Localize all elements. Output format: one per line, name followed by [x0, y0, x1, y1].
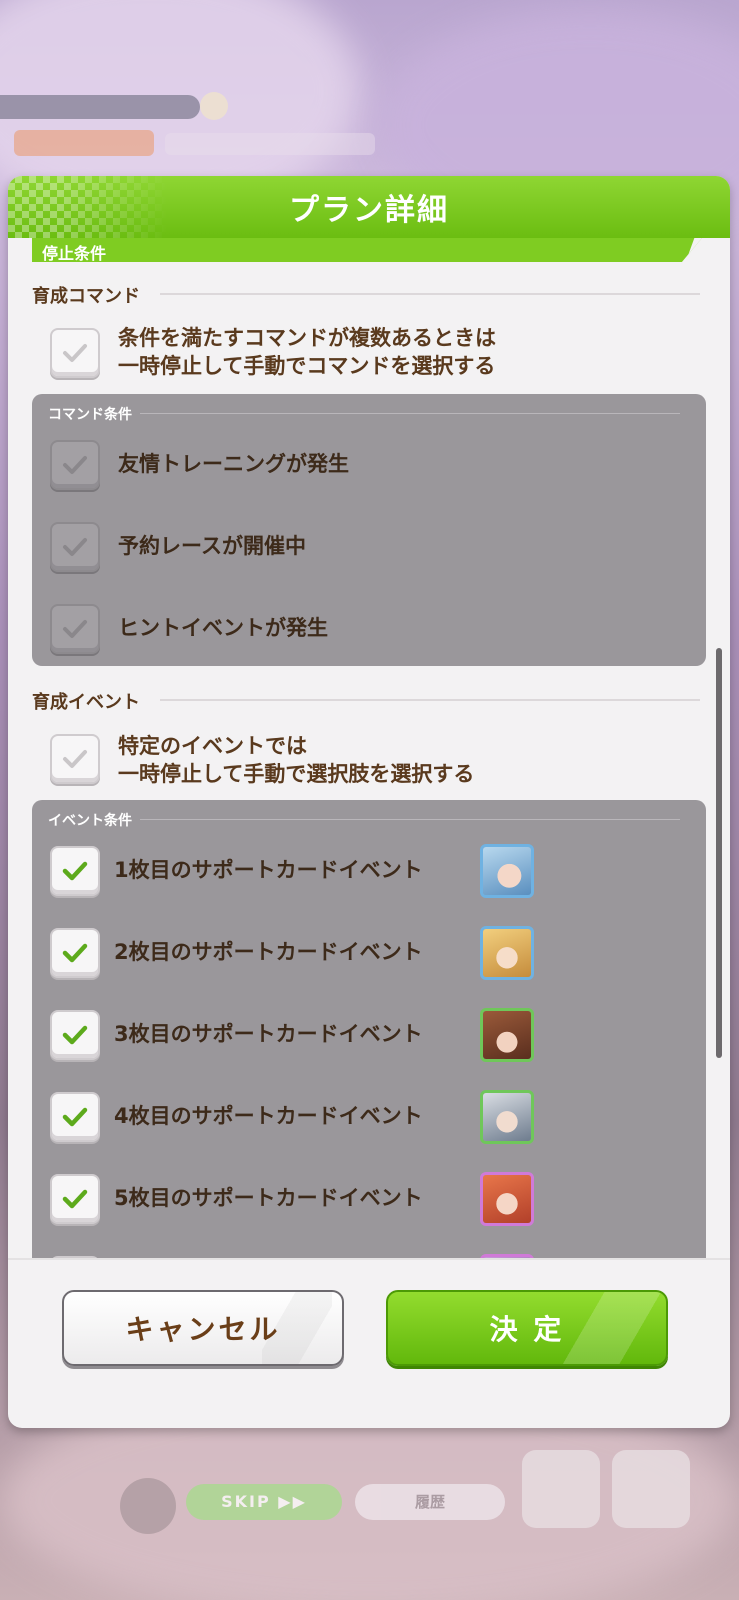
plan-detail-modal: プラン詳細 停止条件 育成コマンド 条件を満たすコマンドが複数あるときは 一時停… [8, 176, 730, 1428]
event-label-card-5: 5枚目のサポートカードイベント [114, 1186, 423, 1210]
event-label-card-2: 2枚目のサポートカードイベント [114, 940, 423, 964]
background-menu-button [522, 1450, 600, 1528]
check-icon [63, 344, 87, 362]
condition-label-hint-event: ヒントイベントが発生 [118, 616, 328, 640]
event-group-label: 育成イベント [32, 688, 700, 714]
check-icon [62, 943, 88, 963]
command-master-checkbox[interactable] [50, 328, 100, 378]
scrollbar[interactable] [716, 648, 722, 1058]
command-master-label: 条件を満たすコマンドが複数あるときは 一時停止して手動でコマンドを選択する [118, 326, 496, 378]
check-icon [63, 456, 87, 474]
event-label-card-1: 1枚目のサポートカードイベント [114, 858, 423, 882]
event-checkbox-card-4[interactable] [50, 1092, 100, 1142]
confirm-button[interactable]: 決 定 [386, 1290, 668, 1366]
modal-title: プラン詳細 [289, 193, 449, 228]
background-skip-button: SKIP ▶▶ [186, 1484, 342, 1520]
background-log-button: 履歴 [355, 1484, 505, 1520]
section-title: 停止条件 [42, 244, 107, 263]
support-card-2-icon [480, 926, 534, 980]
background-hud-tag [14, 130, 154, 156]
check-icon [63, 538, 87, 556]
event-label-card-4: 4枚目のサポートカードイベント [114, 1104, 423, 1128]
condition-label-friendship-training: 友情トレーニングが発生 [118, 452, 349, 476]
event-checkbox-card-1[interactable] [50, 846, 100, 896]
event-master-label: 特定のイベントでは 一時停止して手動で選択肢を選択する [118, 734, 475, 786]
section-bar-stop-conditions: 停止条件 [32, 238, 702, 262]
support-card-4-icon [480, 1090, 534, 1144]
event-checkbox-card-3[interactable] [50, 1010, 100, 1060]
background-list-button [612, 1450, 690, 1528]
condition-label-reserved-race: 予約レースが開催中 [118, 534, 306, 558]
command-group-label: 育成コマンド [32, 282, 700, 308]
event-checkbox-card-5[interactable] [50, 1174, 100, 1224]
support-card-5-icon [480, 1172, 534, 1226]
support-card-3-icon [480, 1008, 534, 1062]
background-coin-icon [200, 92, 228, 120]
condition-checkbox-hint-event[interactable] [50, 604, 100, 654]
check-icon [62, 1189, 88, 1209]
check-icon [62, 1107, 88, 1127]
check-icon [63, 750, 87, 768]
condition-checkbox-friendship-training[interactable] [50, 440, 100, 490]
event-master-checkbox[interactable] [50, 734, 100, 784]
event-label-card-3: 3枚目のサポートカードイベント [114, 1022, 423, 1046]
background-hud-subtitle [165, 133, 375, 155]
event-checkbox-card-2[interactable] [50, 928, 100, 978]
modal-header: プラン詳細 [8, 176, 730, 238]
support-card-1-icon [480, 844, 534, 898]
scroll-area[interactable]: 停止条件 育成コマンド 条件を満たすコマンドが複数あるときは 一時停止して手動で… [8, 238, 730, 1258]
background-gear-icon [120, 1478, 176, 1534]
background-hud-bar [0, 95, 200, 119]
event-conditions-panel: イベント条件 1枚目のサポートカードイベント 2枚目のサポートカードイベント 3… [32, 800, 706, 1258]
check-icon [62, 861, 88, 881]
condition-checkbox-reserved-race[interactable] [50, 522, 100, 572]
footer-divider [8, 1258, 730, 1260]
check-icon [62, 1025, 88, 1045]
header-pattern [8, 176, 168, 238]
check-icon [63, 620, 87, 638]
command-conditions-panel: コマンド条件 友情トレーニングが発生 予約レースが開催中 ヒントイベントが発生 [32, 394, 706, 666]
cancel-button[interactable]: キャンセル [62, 1290, 344, 1366]
command-conditions-label: コマンド条件 [48, 404, 680, 424]
event-conditions-label: イベント条件 [48, 810, 680, 830]
